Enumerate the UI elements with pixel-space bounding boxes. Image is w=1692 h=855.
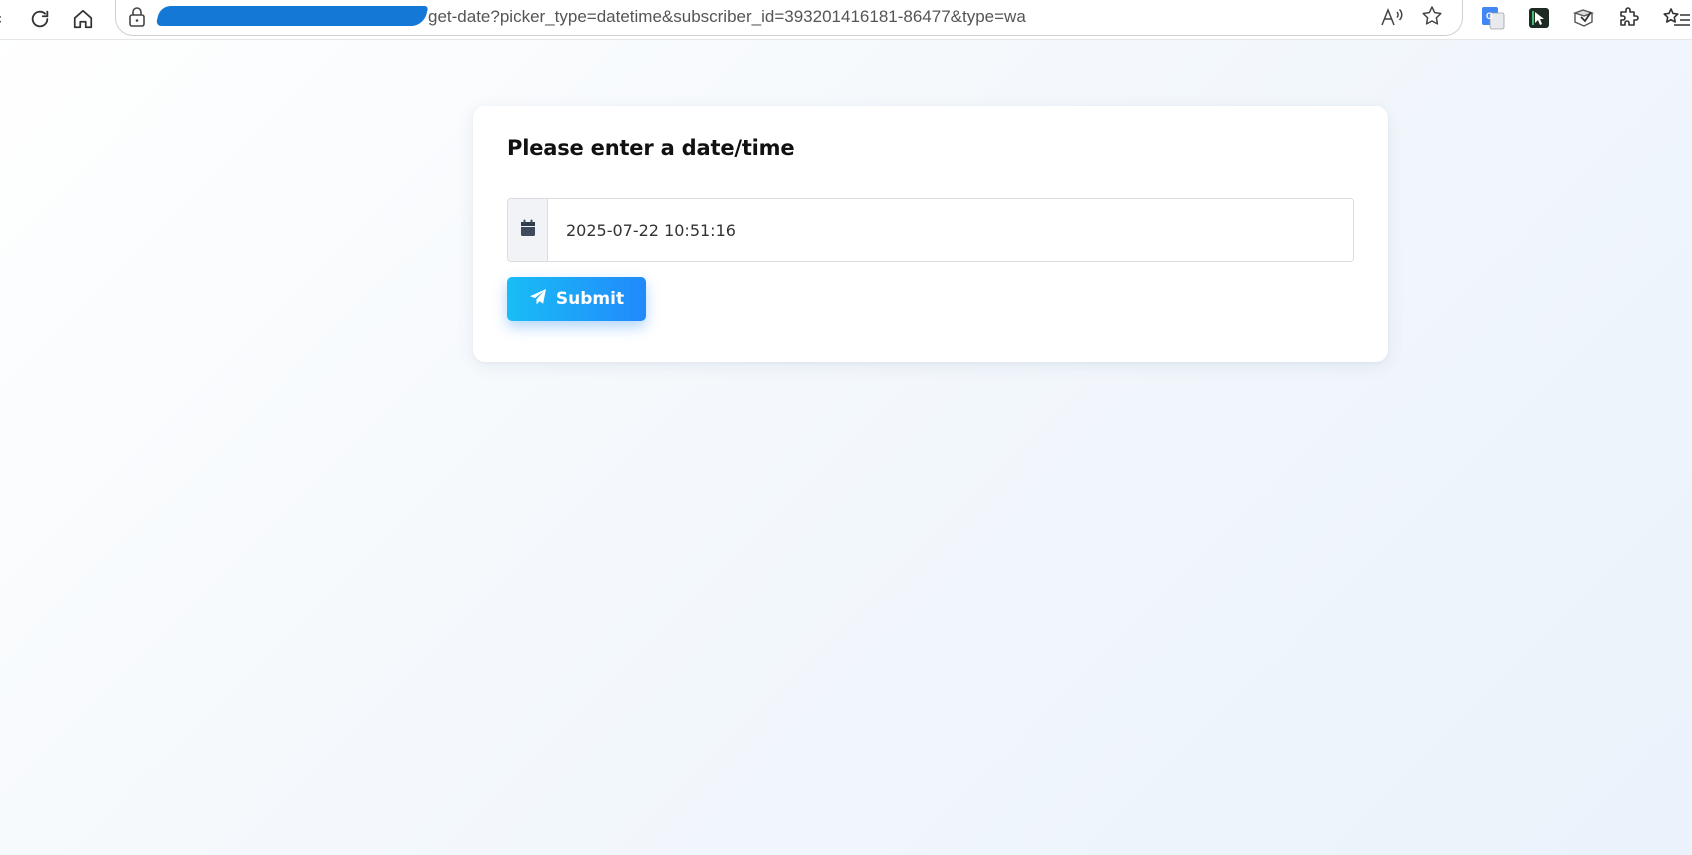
- read-aloud-icon[interactable]: [1380, 6, 1404, 32]
- cursor-extension-icon[interactable]: [1524, 3, 1554, 33]
- paper-plane-icon: [529, 288, 547, 311]
- datetime-input-group[interactable]: [507, 198, 1354, 262]
- svg-text:G: G: [1486, 11, 1493, 21]
- back-arrow-icon[interactable]: ‹: [0, 9, 2, 29]
- translate-extension-icon[interactable]: G: [1478, 3, 1508, 33]
- refresh-button[interactable]: [23, 2, 57, 36]
- extension-icon-3[interactable]: [1569, 3, 1599, 33]
- home-button[interactable]: [66, 2, 100, 36]
- datetime-form-card: Please enter a date/time Submit: [473, 106, 1388, 362]
- submit-button[interactable]: Submit: [507, 277, 646, 321]
- extensions-puzzle-icon[interactable]: [1614, 3, 1644, 33]
- url-text[interactable]: get-date?picker_type=datetime&subscriber…: [155, 6, 1026, 27]
- favorites-list-icon[interactable]: [1662, 3, 1692, 33]
- redaction-mark: [155, 6, 429, 26]
- submit-label: Submit: [555, 289, 625, 309]
- address-bar[interactable]: get-date?picker_type=datetime&subscriber…: [115, 0, 1463, 36]
- home-icon: [72, 8, 94, 30]
- calendar-icon: [520, 219, 536, 241]
- form-title: Please enter a date/time: [507, 136, 795, 160]
- refresh-icon: [29, 8, 51, 30]
- input-addon[interactable]: [508, 199, 548, 261]
- site-info-icon[interactable]: [127, 6, 147, 32]
- datetime-input[interactable]: [548, 199, 1353, 261]
- browser-toolbar: ‹ get-date?picker_type=datetime&subscrib…: [0, 0, 1692, 40]
- url-visible-part: get-date?picker_type=datetime&subscriber…: [428, 7, 1026, 26]
- favorite-star-icon[interactable]: [1420, 4, 1444, 32]
